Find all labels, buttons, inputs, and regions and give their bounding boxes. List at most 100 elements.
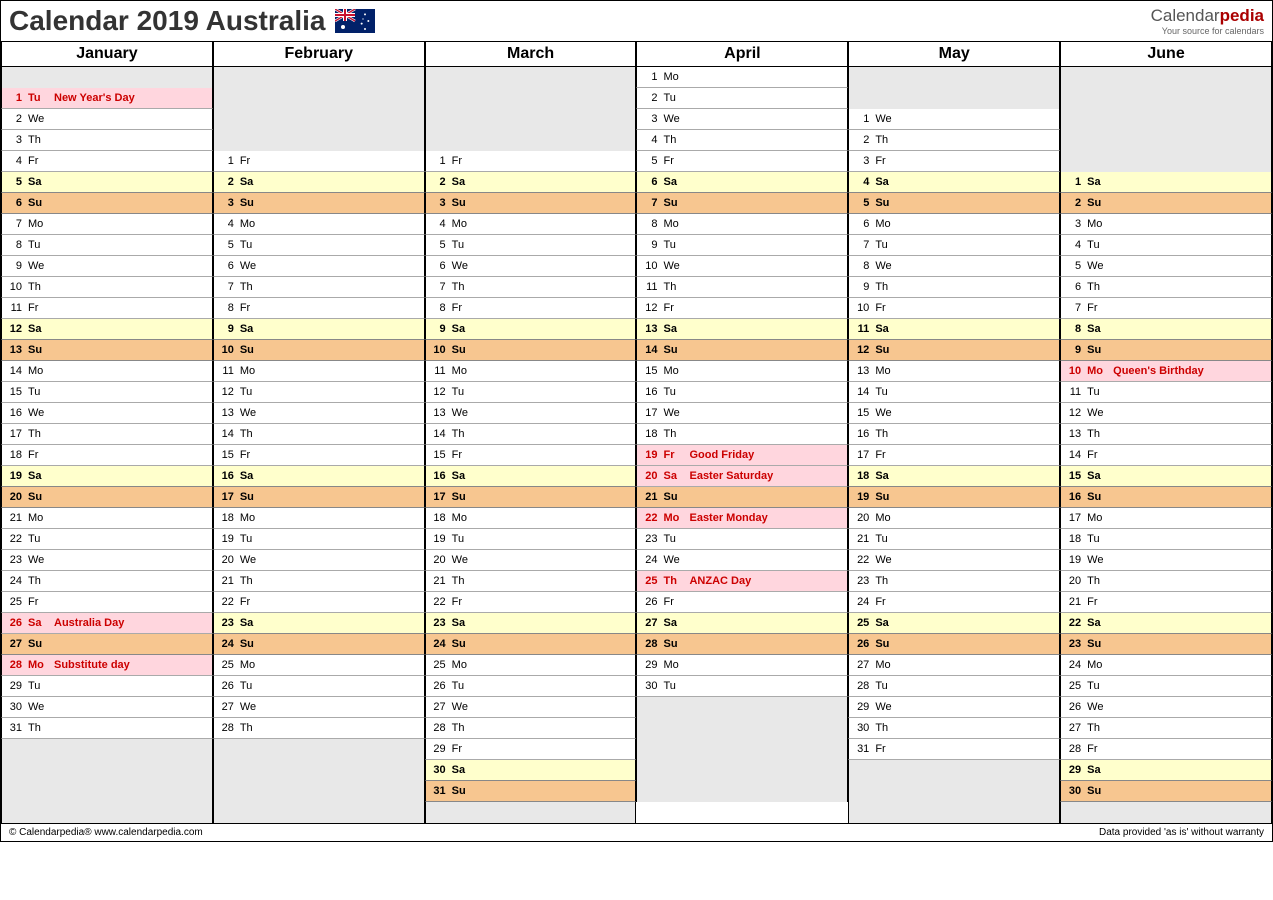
day-number: 12: [6, 323, 22, 335]
day-cell: 15Mo: [636, 361, 848, 382]
day-number: 13: [1065, 428, 1081, 440]
day-of-week: We: [28, 701, 48, 713]
day-cell: 18Sa: [848, 466, 1060, 487]
day-number: 19: [1065, 554, 1081, 566]
day-cell: 24We: [636, 550, 848, 571]
day-cell: 22MoEaster Monday: [636, 508, 848, 529]
day-number: 23: [6, 554, 22, 566]
day-number: 9: [6, 260, 22, 272]
day-of-week: Tu: [452, 680, 472, 692]
day-cell: [425, 802, 637, 823]
day-number: 27: [641, 617, 657, 629]
day-number: 11: [218, 365, 234, 377]
day-of-week: Tu: [875, 533, 895, 545]
day-of-week: Fr: [240, 302, 260, 314]
day-number: 9: [853, 281, 869, 293]
day-of-week: Tu: [1087, 386, 1107, 398]
day-cell: 6Su: [1, 193, 213, 214]
day-cell: 12Su: [848, 340, 1060, 361]
day-number: 13: [430, 407, 446, 419]
month-header: January: [1, 41, 213, 67]
day-cell: 17Su: [213, 487, 425, 508]
day-number: 24: [1065, 659, 1081, 671]
day-of-week: Fr: [452, 302, 472, 314]
day-of-week: Tu: [875, 386, 895, 398]
day-number: 29: [430, 743, 446, 755]
day-cell: 4Mo: [213, 214, 425, 235]
day-of-week: Sa: [240, 617, 260, 629]
day-of-week: Su: [875, 491, 895, 503]
day-of-week: Fr: [452, 155, 472, 167]
day-number: 18: [430, 512, 446, 524]
day-of-week: Mo: [1087, 512, 1107, 524]
day-number: 15: [218, 449, 234, 461]
day-cell: 29Sa: [1060, 760, 1272, 781]
day-cell: [213, 88, 425, 109]
day-number: 23: [641, 533, 657, 545]
day-of-week: Sa: [875, 617, 895, 629]
day-cell: 11Fr: [1, 298, 213, 319]
day-of-week: Tu: [452, 239, 472, 251]
day-cell: 5Su: [848, 193, 1060, 214]
day-number: 30: [6, 701, 22, 713]
day-of-week: Su: [663, 344, 683, 356]
day-number: 26: [218, 680, 234, 692]
day-cell: 18Fr: [1, 445, 213, 466]
day-number: 19: [218, 533, 234, 545]
day-number: 15: [1065, 470, 1081, 482]
day-number: 28: [6, 659, 22, 671]
day-cell: 29We: [848, 697, 1060, 718]
day-of-week: Mo: [240, 512, 260, 524]
day-cell: 12Sa: [1, 319, 213, 340]
day-cell: 27Mo: [848, 655, 1060, 676]
day-of-week: Sa: [663, 470, 683, 482]
day-of-week: Sa: [875, 470, 895, 482]
day-number: 25: [6, 596, 22, 608]
day-number: 9: [218, 323, 234, 335]
day-of-week: Su: [1087, 785, 1107, 797]
day-of-week: Fr: [452, 743, 472, 755]
day-of-week: Fr: [663, 596, 683, 608]
day-number: 24: [6, 575, 22, 587]
day-of-week: Su: [875, 197, 895, 209]
day-number: 1: [853, 113, 869, 125]
day-of-week: Su: [663, 491, 683, 503]
day-cell: [848, 760, 1060, 781]
day-of-week: Mo: [240, 365, 260, 377]
day-of-week: Th: [452, 575, 472, 587]
day-cell: 24Su: [425, 634, 637, 655]
day-cell: [213, 802, 425, 823]
day-cell: [848, 67, 1060, 88]
day-number: 30: [430, 764, 446, 776]
day-of-week: Th: [663, 428, 683, 440]
day-number: 11: [853, 323, 869, 335]
day-event: Easter Monday: [689, 512, 767, 524]
day-cell: 14Th: [213, 424, 425, 445]
day-cell: 14Su: [636, 340, 848, 361]
day-cell: 8We: [848, 256, 1060, 277]
day-of-week: Fr: [452, 596, 472, 608]
day-cell: 4Mo: [425, 214, 637, 235]
day-cell: 1Mo: [636, 67, 848, 88]
day-number: 20: [1065, 575, 1081, 587]
day-number: 27: [1065, 722, 1081, 734]
day-number: 27: [853, 659, 869, 671]
day-cell: 6We: [213, 256, 425, 277]
day-of-week: Fr: [663, 155, 683, 167]
day-cell: 8Fr: [425, 298, 637, 319]
day-number: 1: [641, 71, 657, 83]
day-cell: [425, 109, 637, 130]
day-number: 7: [430, 281, 446, 293]
day-of-week: Fr: [240, 155, 260, 167]
day-cell: 25Mo: [425, 655, 637, 676]
day-cell: 6Mo: [848, 214, 1060, 235]
day-cell: 9Th: [848, 277, 1060, 298]
day-of-week: Tu: [240, 239, 260, 251]
day-cell: 2Tu: [636, 88, 848, 109]
day-of-week: Th: [28, 281, 48, 293]
day-number: 25: [853, 617, 869, 629]
day-cell: 23We: [1, 550, 213, 571]
day-of-week: Su: [1087, 638, 1107, 650]
month-column: 1Mo2Tu3We4Th5Fr6Sa7Su8Mo9Tu10We11Th12Fr1…: [636, 67, 848, 823]
day-cell: 21Su: [636, 487, 848, 508]
